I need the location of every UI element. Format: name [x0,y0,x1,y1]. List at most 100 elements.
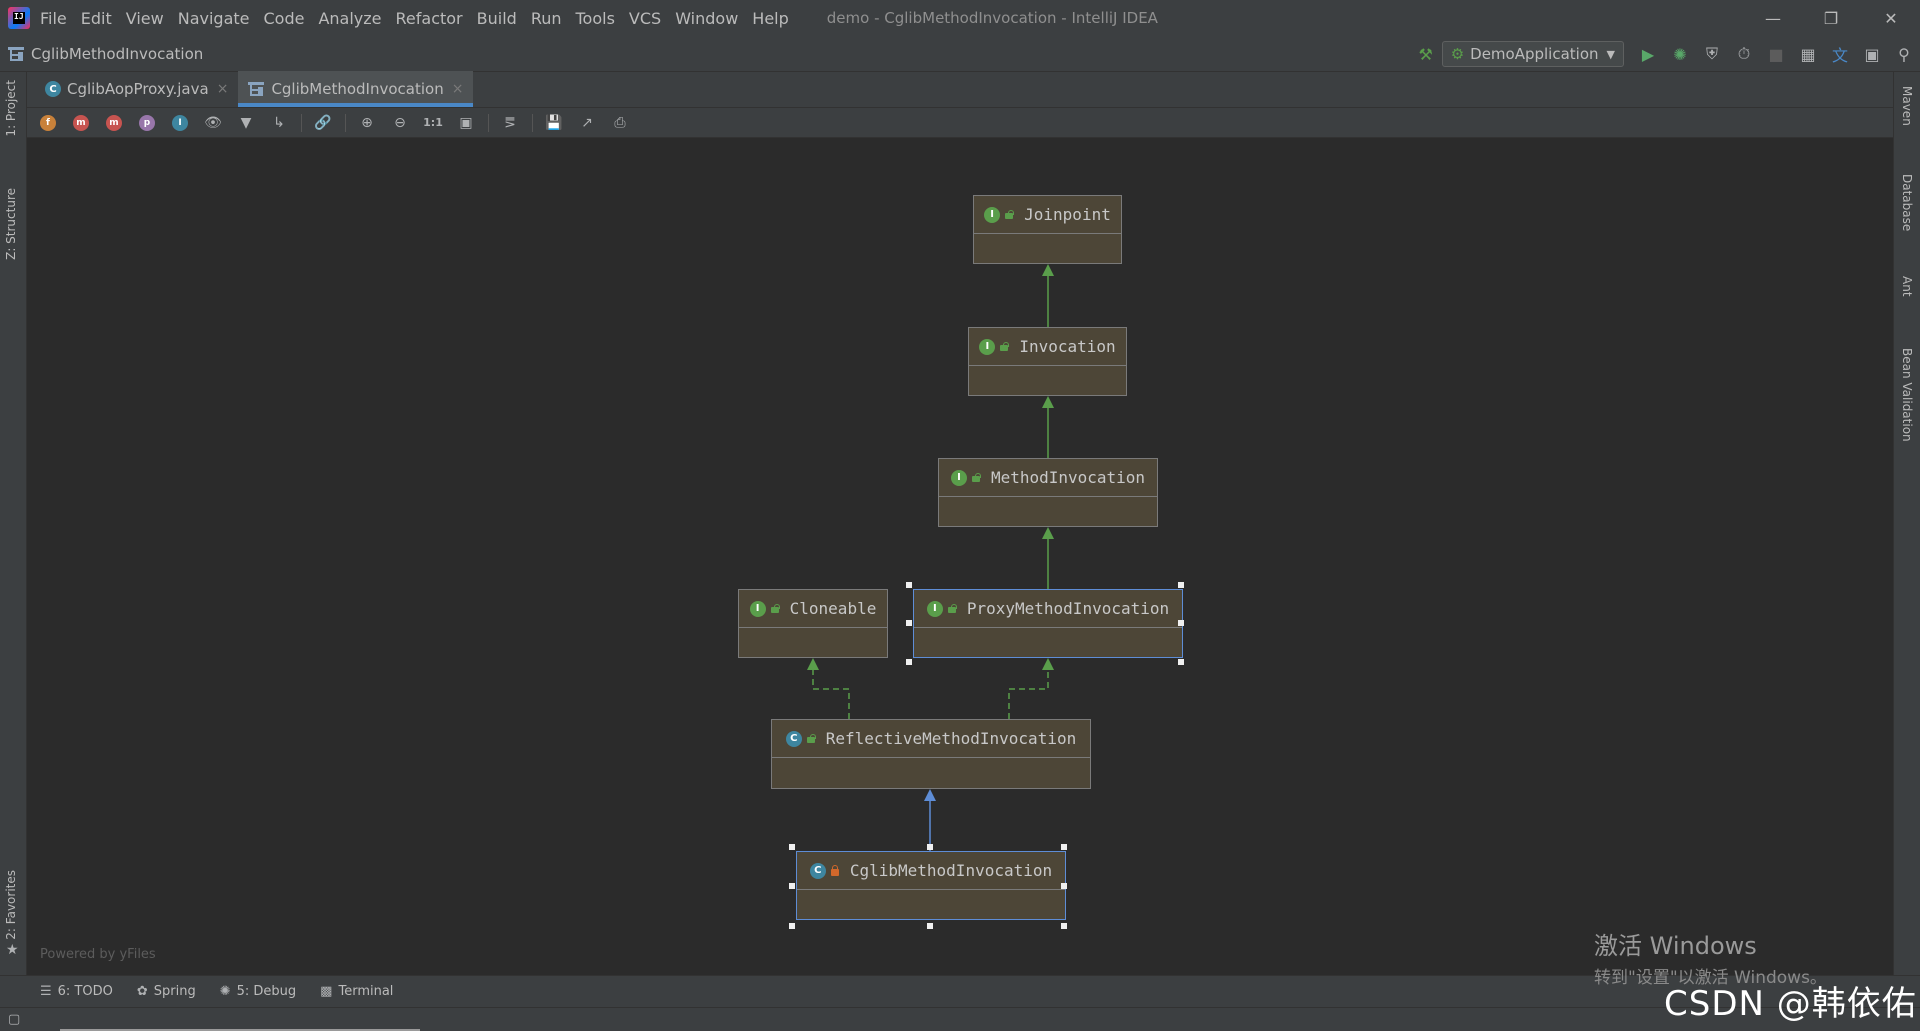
export-icon[interactable]: ↗ [576,112,598,134]
menu-tools[interactable]: Tools [576,9,615,28]
tab-label: CglibMethodInvocation [271,80,444,98]
toolbar-separator [488,113,489,132]
fit-content-icon[interactable]: ▣ [455,112,477,134]
fields-icon[interactable]: f [37,112,59,134]
selection-handle[interactable] [1178,582,1184,588]
menu-run[interactable]: Run [531,9,562,28]
link-icon[interactable]: 🔗 [312,112,334,134]
menu-edit[interactable]: Edit [81,9,112,28]
selection-handle[interactable] [1061,844,1067,850]
menu-navigate[interactable]: Navigate [178,9,250,28]
translate-icon[interactable]: 文 [1825,39,1855,69]
restore-button[interactable]: ❐ [1802,0,1860,36]
presentation-icon[interactable]: ▣ [1857,39,1887,69]
uml-node-reflectivemethodinvocation[interactable]: C ReflectiveMethodInvocation [771,719,1091,789]
spring-tool-button[interactable]: ✿ Spring [137,984,196,999]
class-icon: C [785,730,802,747]
selection-handle[interactable] [1178,659,1184,665]
maven-tool-tab[interactable]: Maven [1900,86,1914,126]
debug-bug-icon[interactable]: ✺ [1665,39,1695,69]
visibility-icon[interactable]: 👁 [202,112,224,134]
minimize-button[interactable]: — [1744,0,1802,36]
selection-handle[interactable] [789,844,795,850]
save-icon[interactable]: 💾 [543,112,565,134]
todo-tool-button[interactable]: ☰ 6: TODO [40,984,113,999]
menu-build[interactable]: Build [477,9,517,28]
uml-node-proxymethodinvocation[interactable]: I ProxyMethodInvocation [913,589,1183,658]
zoom-in-icon[interactable]: ⊕ [356,112,378,134]
menu-view[interactable]: View [126,9,164,28]
window-title: demo - CglibMethodInvocation - IntelliJ … [826,9,1158,27]
project-tool-tab[interactable]: 1: Project [4,80,18,137]
breadcrumb-label: CglibMethodInvocation [31,44,204,63]
selection-handle[interactable] [906,659,912,665]
constructors-icon[interactable]: m [70,112,92,134]
layout-icon[interactable]: ⪚ [499,112,521,134]
properties-icon[interactable]: p [136,112,158,134]
project-structure-icon[interactable]: ▦ [1793,39,1823,69]
bean-validation-tool-tab[interactable]: Bean Validation [1900,348,1914,442]
menu-help[interactable]: Help [752,9,788,28]
selection-handle[interactable] [1061,923,1067,929]
actual-size-icon[interactable]: 1:1 [422,112,444,134]
selection-handle[interactable] [789,923,795,929]
diagram-canvas[interactable]: I Joinpoint I Invocation I MethodInvocation… [27,138,1893,975]
selection-handle[interactable] [927,923,933,929]
ant-tool-tab[interactable]: Ant [1900,276,1914,297]
tab-cglib-method-invocation[interactable]: CglibMethodInvocation × [238,71,474,107]
filter-icon[interactable]: ▼ [235,112,257,134]
public-visibility-icon [999,341,1010,352]
inner-classes-icon[interactable]: I [169,112,191,134]
menu-file[interactable]: File [40,9,67,28]
editor-tab-bar: C CglibAopProxy.java × CglibMethodInvoca… [27,71,1893,108]
profiler-icon[interactable]: ⏱ [1729,39,1759,69]
interface-icon: I [950,469,967,486]
print-icon[interactable]: ⎙ [609,112,631,134]
arrowhead-icon [1042,658,1054,670]
close-tab-icon[interactable]: × [452,81,464,97]
tab-cglib-aop-proxy[interactable]: C CglibAopProxy.java × [35,71,238,107]
uml-node-methodinvocation[interactable]: I MethodInvocation [938,458,1158,527]
breadcrumb[interactable]: CglibMethodInvocation [8,45,203,63]
arrowhead-icon [1042,264,1054,276]
stop-icon[interactable]: ■ [1761,39,1791,69]
uml-node-invocation[interactable]: I Invocation [968,327,1127,396]
favorites-tool-tab[interactable]: 2: Favorites [4,870,18,940]
terminal-tool-button[interactable]: ▩ Terminal [320,984,393,999]
structure-tool-tab[interactable]: Z: Structure [4,188,18,260]
ant-tool-label: Ant [1900,276,1914,297]
menu-code[interactable]: Code [264,9,305,28]
interface-icon: I [979,338,996,355]
node-name: ProxyMethodInvocation [966,599,1170,618]
project-tool-label: 1: Project [4,80,18,137]
menu-vcs[interactable]: VCS [629,9,661,28]
menu-window[interactable]: Window [675,9,738,28]
search-everywhere-icon[interactable]: ⚲ [1889,39,1919,69]
run-icon[interactable]: ▶ [1633,39,1663,69]
selection-handle[interactable] [927,844,933,850]
tool-window-toggle-icon[interactable]: ▢ [8,1012,20,1027]
debug-tool-button[interactable]: ✺ 5: Debug [220,984,296,999]
selection-handle[interactable] [1178,620,1184,626]
close-tab-icon[interactable]: × [217,81,229,97]
selection-handle[interactable] [1061,883,1067,889]
edge-mode-icon[interactable]: ↳ [268,112,290,134]
selection-handle[interactable] [789,883,795,889]
selection-handle[interactable] [906,620,912,626]
zoom-out-icon[interactable]: ⊖ [389,112,411,134]
run-configuration-select[interactable]: ⚙ DemoApplication ▼ [1441,41,1624,67]
selection-handle[interactable] [906,582,912,588]
structure-tool-label: Z: Structure [4,188,18,260]
menu-refactor[interactable]: Refactor [396,9,463,28]
menu-analyze[interactable]: Analyze [318,9,381,28]
uml-node-joinpoint[interactable]: I Joinpoint [973,195,1122,264]
coverage-icon[interactable]: ⛨ [1697,39,1727,69]
methods-icon[interactable]: m [103,112,125,134]
close-window-button[interactable]: ✕ [1862,0,1920,36]
node-name: Joinpoint [1024,205,1111,224]
uml-node-cglibmethodinvocation[interactable]: C CglibMethodInvocation [796,851,1066,920]
database-tool-tab[interactable]: Database [1900,174,1914,231]
build-hammer-icon[interactable]: ⚒ [1411,39,1441,69]
navigation-bar: CglibMethodInvocation ⚒ ⚙ DemoApplicatio… [0,36,1920,72]
uml-node-cloneable[interactable]: I Cloneable [738,589,888,658]
